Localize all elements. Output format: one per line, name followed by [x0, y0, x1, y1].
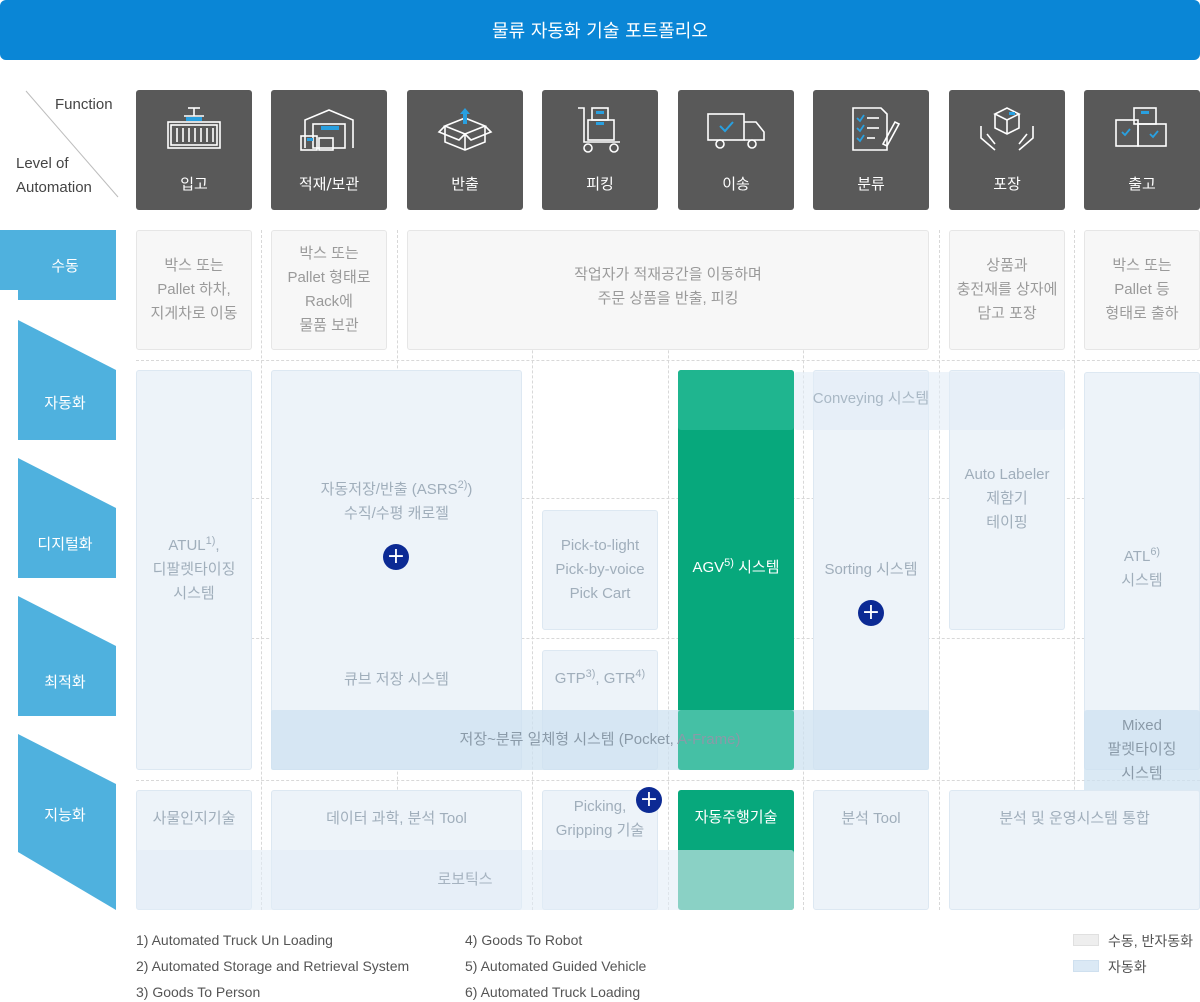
- footnote: 4) Goods To Robot: [465, 932, 583, 948]
- function-card-picking: 피킹: [542, 90, 658, 210]
- manual-packing-box: 상품과 충전재를 상자에 담고 포장: [949, 230, 1065, 350]
- footnote: 1) Automated Truck Un Loading: [136, 932, 333, 948]
- function-label: 포장: [993, 175, 1021, 193]
- container-crane-icon: [167, 107, 221, 149]
- function-label: 피킹: [586, 175, 614, 193]
- legend-swatch-automation: [1073, 960, 1099, 972]
- warehouse-icon: [300, 109, 354, 151]
- function-label: 분류: [857, 175, 885, 193]
- grid-line: [261, 230, 262, 910]
- function-axis-label: Function: [55, 96, 113, 113]
- function-card-inbound: 입고: [136, 90, 252, 210]
- function-label: 입고: [180, 175, 208, 193]
- atul-system-box: ATUL1), 디팔렛타이징 시스템: [136, 370, 252, 770]
- function-label: 반출: [451, 175, 479, 193]
- robotics-label: 로보틱스: [437, 871, 493, 888]
- checklist-icon: [852, 107, 901, 151]
- level-axis-label-line1: Level of: [16, 155, 69, 172]
- level-axis-label-line2: Automation: [16, 179, 92, 196]
- level-tab-manual: 수동: [0, 230, 116, 300]
- manual-storage-box: 박스 또는 Pallet 형태로 Rack에 물품 보관: [271, 230, 387, 350]
- analysis-tool-box: 분석 Tool: [813, 790, 929, 910]
- function-card-transfer: 이송: [678, 90, 794, 210]
- function-label: 이송: [722, 175, 750, 193]
- manual-outbound-box: 박스 또는 Pallet 등 형태로 출하: [1084, 230, 1200, 350]
- level-tab-digitalization: 디지털화: [0, 458, 116, 578]
- footnote: 3) Goods To Person: [136, 984, 261, 1000]
- function-card-outbound: 출고: [1084, 90, 1200, 210]
- open-box-icon: [437, 108, 493, 151]
- expand-plus-button[interactable]: +: [858, 600, 884, 626]
- grid-line: [136, 360, 1200, 361]
- level-tab-optimization: 최적화: [0, 596, 116, 716]
- function-card-storage: 적재/보관: [271, 90, 387, 210]
- conveying-system-label: Conveying 시스템: [812, 390, 930, 407]
- manual-picking-box: 작업자가 적재공간을 이동하며 주문 상품을 반출, 피킹: [407, 230, 929, 350]
- page-title: 물류 자동화 기술 포트폴리오: [0, 0, 1200, 60]
- package-hands-icon: [980, 107, 1034, 151]
- pick-to-light-box: Pick-to-light Pick-by-voice Pick Cart: [542, 510, 658, 630]
- grid-line: [939, 230, 940, 910]
- legend-label: 자동화: [1108, 959, 1147, 975]
- grid-line: [136, 780, 1200, 781]
- level-tab-intelligence: 지능화: [0, 734, 116, 910]
- function-label: 출고: [1128, 175, 1156, 193]
- footnote: 2) Automated Storage and Retrieval Syste…: [136, 958, 410, 974]
- truck-icon: [707, 113, 765, 149]
- expand-plus-button[interactable]: +: [383, 544, 409, 570]
- cube-storage-label: 큐브 저장 시스템: [344, 671, 449, 688]
- pocket-aframe-label: 저장~분류 일체형 시스템 (Pocket, A-Frame): [459, 731, 741, 748]
- function-card-sorting: 분류: [813, 90, 929, 210]
- expand-plus-button[interactable]: +: [636, 787, 662, 813]
- level-tab-automation: 자동화: [0, 320, 116, 440]
- function-card-dispatch: 반출: [407, 90, 523, 210]
- legend-label: 수동, 반자동화: [1108, 933, 1194, 949]
- footnote: 5) Automated Guided Vehicle: [465, 958, 647, 974]
- function-card-packing: 포장: [949, 90, 1065, 210]
- system-integration-box: 분석 및 운영시스템 통합: [949, 790, 1200, 910]
- footnote: 6) Automated Truck Loading: [465, 984, 641, 1000]
- hand-cart-icon: [578, 107, 620, 153]
- function-label: 적재/보관: [298, 175, 360, 193]
- boxes-icon: [1115, 107, 1167, 147]
- legend-swatch-manual: [1073, 934, 1099, 946]
- manual-inbound-box: 박스 또는 Pallet 하차, 지게차로 이동: [136, 230, 252, 350]
- asrs-label: 자동저장/반출 (ASRS2)) 수직/수평 캐로젤: [320, 479, 473, 523]
